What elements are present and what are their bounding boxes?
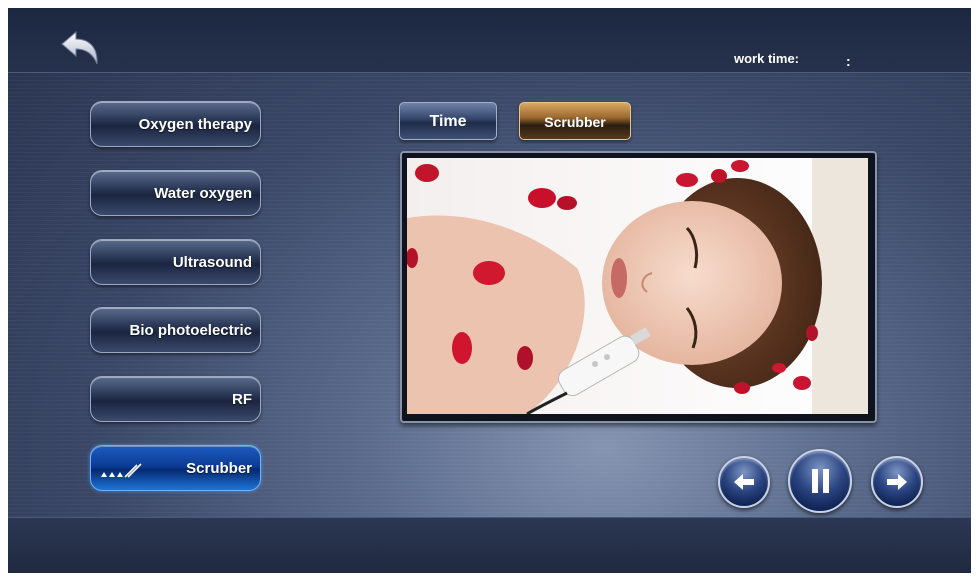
menu-label: Oxygen therapy xyxy=(138,116,252,133)
prev-button[interactable] xyxy=(718,456,770,508)
tab-scrubber[interactable]: Scrubber xyxy=(519,102,631,140)
scrubber-waveform-icon xyxy=(101,463,142,478)
menu-label: Scrubber xyxy=(186,460,252,477)
menu-oxygen-therapy[interactable]: Oxygen therapy xyxy=(90,101,261,147)
menu-ultrasound[interactable]: Ultrasound xyxy=(90,239,261,285)
treatment-illustration xyxy=(407,158,868,414)
next-button[interactable] xyxy=(871,456,923,508)
right-arrow-icon xyxy=(887,474,907,490)
scrubber-treatment-photo xyxy=(407,158,868,414)
video-frame xyxy=(400,151,877,423)
back-button[interactable] xyxy=(60,30,102,72)
menu-rf[interactable]: RF xyxy=(90,376,261,422)
menu-label: RF xyxy=(232,391,252,408)
left-arrow-icon xyxy=(734,474,754,490)
tab-label: Scrubber xyxy=(544,114,606,130)
worktime-value: : xyxy=(846,53,851,69)
menu-label: Bio photoelectric xyxy=(129,322,252,339)
menu-water-oxygen[interactable]: Water oxygen xyxy=(90,170,261,216)
tab-time[interactable]: Time xyxy=(399,102,497,140)
pause-icon xyxy=(812,469,829,493)
device-screen: work time: : Oxygen therapy Water oxygen… xyxy=(8,8,971,573)
top-bar: work time: : xyxy=(8,8,971,73)
menu-label: Ultrasound xyxy=(172,254,252,271)
menu-scrubber[interactable]: Scrubber xyxy=(90,445,261,491)
bottom-bar xyxy=(8,517,971,573)
worktime-label: work time: xyxy=(734,51,800,66)
tab-label: Time xyxy=(429,113,467,130)
menu-label: Water oxygen xyxy=(154,185,252,202)
pause-button[interactable] xyxy=(788,449,852,513)
back-arrow-icon xyxy=(61,30,98,65)
menu-bio-photoelectric[interactable]: Bio photoelectric xyxy=(90,307,261,353)
